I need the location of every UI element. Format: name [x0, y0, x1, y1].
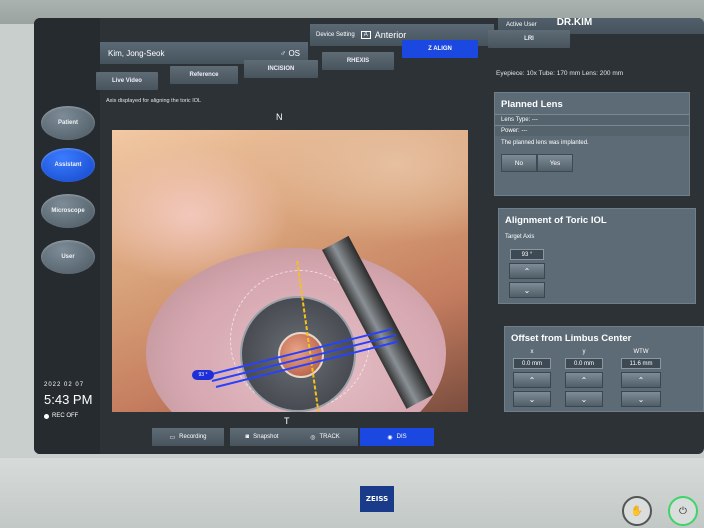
- snapshot-label: Snapshot: [253, 434, 279, 440]
- tab-incision[interactable]: INCISION: [244, 60, 318, 78]
- eye-side: ♂ OS: [280, 48, 300, 58]
- sidebar-item-assistant[interactable]: Assistant: [41, 148, 95, 182]
- planned-lens-title: Planned Lens: [501, 99, 563, 110]
- chevron-down-icon: ⌄: [528, 394, 536, 404]
- offset-x-value[interactable]: 0.0 mm: [513, 358, 551, 369]
- offset-panel: Offset from Limbus Center x 0.0 mm ⌃ ⌄ y…: [504, 326, 704, 412]
- lens-type-row: Lens Type: ---: [495, 114, 689, 125]
- offset-x-label: x: [530, 349, 534, 355]
- sidebar-item-microscope[interactable]: Microscope: [41, 194, 95, 228]
- tab-rhexis[interactable]: RHEXIS: [322, 52, 394, 70]
- toric-alignment-panel: Alignment of Toric IOL Target Axis 93 ° …: [498, 208, 696, 304]
- offset-y-up-button[interactable]: ⌃: [565, 372, 603, 388]
- target-axis-control: 93 ° ⌃ ⌄: [509, 249, 545, 298]
- tab-label: Live Video: [112, 78, 142, 84]
- axis-tag[interactable]: 93 °: [192, 370, 214, 380]
- compass-north: N: [276, 112, 283, 122]
- camera-icon: ◙: [245, 434, 250, 440]
- offset-x-up-button[interactable]: ⌃: [513, 372, 551, 388]
- track-button[interactable]: ◎ TRACK: [292, 428, 358, 446]
- active-user-name: DR.KIM: [556, 18, 593, 28]
- planned-lens-panel: Planned Lens Lens Type: --- Power: --- T…: [494, 92, 690, 196]
- implanted-choice: No Yes: [501, 154, 689, 172]
- active-user-label: Active User: [506, 22, 537, 28]
- record-icon: ▭: [169, 434, 176, 441]
- target-axis-label: Target Axis: [505, 234, 535, 240]
- dis-icon: ◉: [387, 434, 393, 441]
- tab-live-video[interactable]: Live Video: [96, 72, 158, 90]
- rec-label: REC OFF: [52, 413, 79, 419]
- axis-hint-text: Axis displayed for aligning the toric IO…: [106, 98, 202, 104]
- clock: 2022 02 07 5:43 PM REC OFF: [44, 382, 92, 419]
- sidebar-item-user[interactable]: User: [41, 240, 95, 274]
- chevron-up-icon: ⌃: [528, 375, 536, 385]
- recording-label: Recording: [179, 434, 207, 440]
- offset-y-control: y 0.0 mm ⌃ ⌄: [565, 349, 603, 407]
- offset-y-label: y: [582, 349, 586, 355]
- compass-south: T: [284, 416, 290, 426]
- sidebar-item-label: User: [61, 254, 75, 260]
- chevron-up-icon: ⌃: [637, 375, 645, 385]
- device-setting-value-wrap: A Anterior: [360, 30, 407, 40]
- chevron-down-icon: ⌄: [580, 394, 588, 404]
- power-button-icon[interactable]: ⏻: [668, 496, 698, 526]
- recording-button[interactable]: ▭ Recording: [152, 428, 224, 446]
- track-label: TRACK: [319, 434, 340, 440]
- offset-wtw-up-button[interactable]: ⌃: [621, 372, 661, 388]
- offset-wtw-control: WTW 11.6 mm ⌃ ⌄: [621, 349, 661, 407]
- tab-label: Reference: [189, 72, 219, 78]
- date-text: 2022 02 07: [44, 382, 85, 388]
- chevron-down-icon: ⌄: [523, 285, 531, 295]
- tab-label: Z ALIGN: [428, 46, 452, 52]
- implanted-text: The planned lens was implanted.: [501, 140, 589, 146]
- target-axis-down-button[interactable]: ⌄: [509, 282, 545, 298]
- tab-label: INCISION: [267, 66, 295, 72]
- time-text: 5:43 PM: [44, 392, 93, 407]
- offset-wtw-label: WTW: [633, 349, 649, 355]
- offset-title: Offset from Limbus Center: [511, 333, 632, 344]
- zeiss-logo: ZEISS: [360, 486, 394, 512]
- snapshot-button[interactable]: ◙ Snapshot: [230, 428, 294, 446]
- sidebar-item-patient[interactable]: Patient: [41, 106, 95, 140]
- chevron-up-icon: ⌃: [523, 266, 531, 276]
- dis-button[interactable]: ◉ DIS: [360, 428, 434, 446]
- target-axis-value[interactable]: 93 °: [510, 249, 544, 260]
- dis-label: DIS: [396, 434, 407, 440]
- track-icon: ◎: [310, 434, 316, 441]
- offset-y-value[interactable]: 0.0 mm: [565, 358, 603, 369]
- anterior-badge-icon: A: [360, 31, 371, 39]
- rec-dot-icon: [44, 413, 49, 419]
- live-video-feed[interactable]: 93 °: [112, 130, 468, 412]
- device-setting-value: Anterior: [374, 30, 407, 40]
- toric-title: Alignment of Toric IOL: [505, 215, 607, 226]
- tab-lri[interactable]: LRI: [488, 30, 570, 48]
- target-axis-up-button[interactable]: ⌃: [509, 263, 545, 279]
- offset-wtw-value[interactable]: 11.6 mm: [621, 358, 661, 369]
- hardware-hand-icon[interactable]: ✋: [622, 496, 652, 526]
- eyepiece-info: Eyepiece: 10x Tube: 170 mm Lens: 200 mm: [496, 70, 624, 77]
- chevron-up-icon: ⌃: [580, 375, 588, 385]
- sidebar-item-label: Assistant: [54, 162, 82, 168]
- patient-name: Kim, Jong-Seok: [108, 48, 165, 58]
- sidebar: Patient Assistant Microscope User 2022 0…: [34, 18, 100, 454]
- sidebar-item-label: Microscope: [51, 208, 85, 214]
- tab-z-align[interactable]: Z ALIGN: [402, 40, 478, 58]
- device-setting-label: Device Setting: [316, 32, 355, 38]
- tab-label: RHEXIS: [346, 58, 370, 64]
- offset-y-down-button[interactable]: ⌄: [565, 391, 603, 407]
- tab-reference[interactable]: Reference: [170, 66, 238, 84]
- offset-x-down-button[interactable]: ⌄: [513, 391, 551, 407]
- sidebar-item-label: Patient: [57, 120, 78, 126]
- no-button[interactable]: No: [501, 154, 537, 172]
- tab-label: LRI: [524, 36, 534, 42]
- screen: Patient Assistant Microscope User 2022 0…: [34, 18, 704, 454]
- power-row: Power: ---: [495, 125, 689, 136]
- rec-status[interactable]: REC OFF: [44, 413, 92, 419]
- yes-button[interactable]: Yes: [537, 154, 573, 172]
- monitor-bezel-bottom: [0, 458, 704, 528]
- offset-wtw-down-button[interactable]: ⌄: [621, 391, 661, 407]
- chevron-down-icon: ⌄: [637, 394, 645, 404]
- offset-x-control: x 0.0 mm ⌃ ⌄: [513, 349, 551, 407]
